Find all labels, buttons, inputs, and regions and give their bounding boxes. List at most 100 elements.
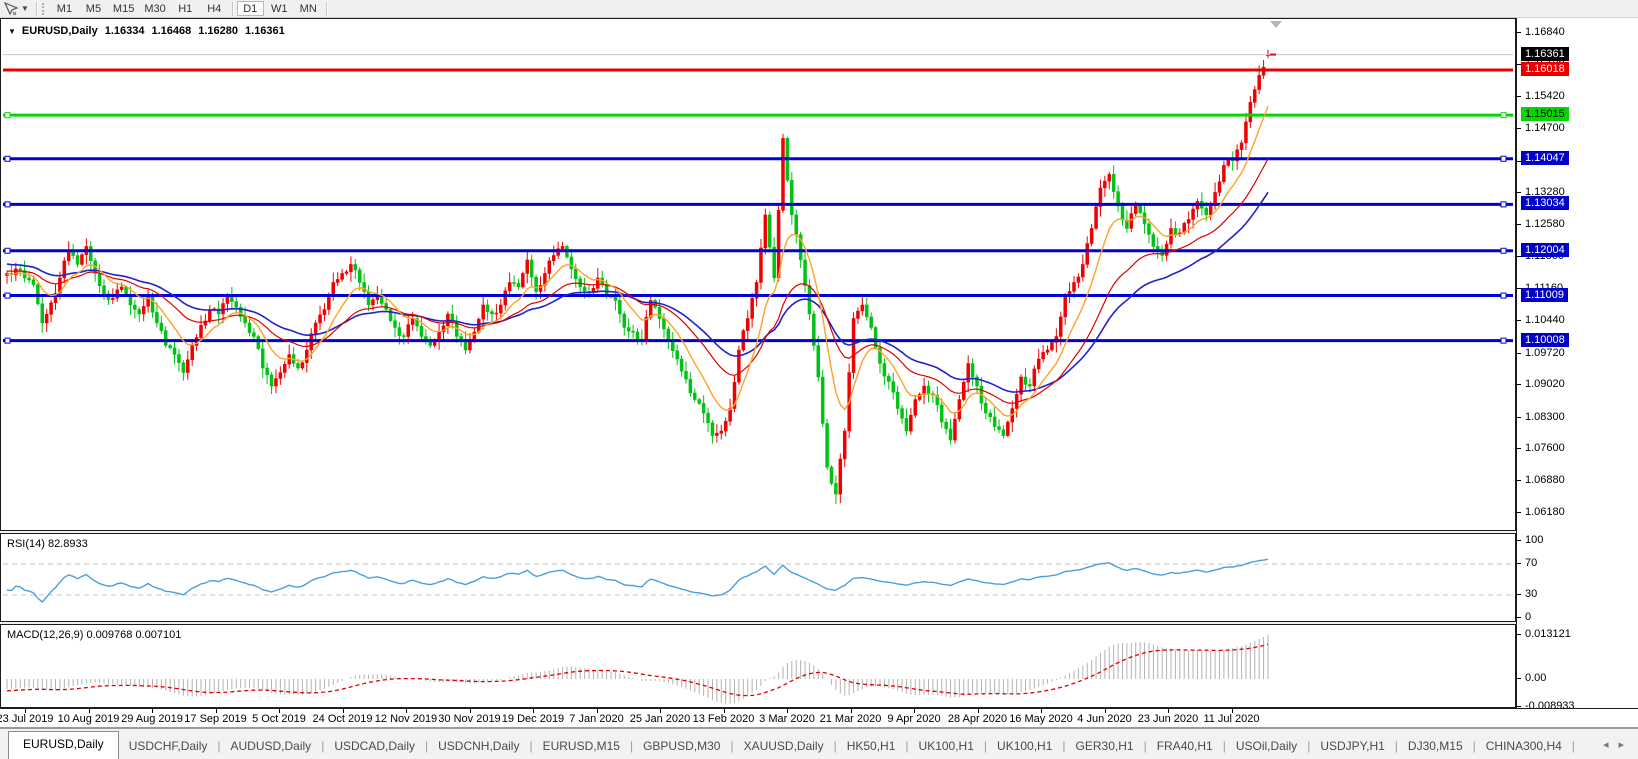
toolbar-grip-handle[interactable] bbox=[42, 3, 46, 15]
chart-shift-marker[interactable] bbox=[1270, 21, 1282, 28]
chart-tab-USDCADDaily[interactable]: USDCAD,Daily bbox=[324, 735, 425, 759]
chevron-down-icon[interactable]: ▼ bbox=[21, 4, 29, 13]
line-anchor-handle[interactable] bbox=[5, 248, 10, 253]
candlestick-chart-canvas[interactable] bbox=[1, 19, 1515, 530]
axis-tick-mark bbox=[1517, 480, 1521, 481]
bull-candle bbox=[495, 313, 498, 314]
bear-candle bbox=[998, 427, 1001, 430]
bear-candle bbox=[89, 246, 92, 260]
bull-candle bbox=[1258, 75, 1261, 89]
timeframe-button-M5[interactable]: M5 bbox=[80, 1, 107, 16]
bear-candle bbox=[662, 318, 665, 329]
bull-candle bbox=[1077, 277, 1080, 282]
chart-tab-UK100H1[interactable]: UK100,H1 bbox=[987, 735, 1062, 759]
chart-tab-USDCHFDaily[interactable]: USDCHF,Daily bbox=[119, 735, 218, 759]
chart-tab-EURUSDDaily[interactable]: EURUSD,Daily bbox=[8, 731, 119, 759]
chart-tab-USDCNHDaily[interactable]: USDCNH,Daily bbox=[428, 735, 529, 759]
bear-candle bbox=[711, 423, 714, 436]
chart-tab-USDJPYH1[interactable]: USDJPY,H1 bbox=[1310, 735, 1394, 759]
bear-candle bbox=[164, 331, 167, 346]
chart-tab-AUDUSDDaily[interactable]: AUDUSD,Daily bbox=[221, 735, 322, 759]
line-anchor-handle[interactable] bbox=[5, 338, 10, 343]
bear-candle bbox=[632, 331, 635, 332]
symbol-dropdown-icon[interactable]: ▼ bbox=[8, 27, 16, 36]
bull-candle bbox=[45, 314, 48, 323]
bull-candle bbox=[746, 318, 749, 330]
chart-tab-HK50H1[interactable]: HK50,H1 bbox=[837, 735, 906, 759]
main-chart-pane[interactable]: ▼EURUSD,Daily1.163341.164681.162801.1636… bbox=[0, 18, 1516, 531]
bull-candle bbox=[1073, 282, 1076, 291]
bull-candle bbox=[839, 459, 842, 494]
timeframe-button-D1[interactable]: D1 bbox=[237, 1, 264, 16]
line-anchor-handle[interactable] bbox=[5, 113, 10, 118]
bear-candle bbox=[248, 323, 251, 333]
bear-candle bbox=[402, 336, 405, 337]
line-anchor-handle[interactable] bbox=[5, 293, 10, 298]
line-anchor-handle[interactable] bbox=[1501, 156, 1506, 161]
bear-candle bbox=[804, 260, 807, 286]
bear-candle bbox=[618, 300, 621, 314]
chart-tab-DJ30M15[interactable]: DJ30,M15 bbox=[1398, 735, 1473, 759]
bull-candle bbox=[1037, 359, 1040, 369]
bull-candle bbox=[283, 364, 286, 372]
axis-tick-mark bbox=[1517, 128, 1521, 129]
rsi-tick-label: 30 bbox=[1525, 588, 1537, 600]
chart-tab-USOilDaily[interactable]: USOil,Daily bbox=[1226, 735, 1307, 759]
price-axis[interactable]: 1.168401.161281.154201.147001.139801.132… bbox=[1516, 18, 1638, 708]
bear-candle bbox=[830, 467, 833, 483]
timeframe-button-H1[interactable]: H1 bbox=[172, 1, 199, 16]
bear-candle bbox=[19, 269, 22, 271]
line-anchor-handle[interactable] bbox=[5, 202, 10, 207]
timeframe-button-M30[interactable]: M30 bbox=[140, 1, 169, 16]
rsi-tick-label: 100 bbox=[1525, 534, 1543, 546]
rsi-chart-canvas[interactable] bbox=[1, 534, 1515, 621]
chart-tab-EURUSDM15[interactable]: EURUSD,M15 bbox=[533, 735, 630, 759]
timeframe-button-H4[interactable]: H4 bbox=[201, 1, 228, 16]
bull-candle bbox=[1253, 90, 1256, 103]
chart-tab-GBPUSDM30[interactable]: GBPUSD,M30 bbox=[633, 735, 730, 759]
timeframe-button-W1[interactable]: W1 bbox=[266, 1, 293, 16]
macd-chart-canvas[interactable] bbox=[1, 625, 1515, 707]
bear-candle bbox=[133, 305, 136, 310]
macd-indicator-pane[interactable]: MACD(12,26,9) 0.009768 0.007101 bbox=[0, 624, 1516, 708]
chart-tab-XAUUSDDaily[interactable]: XAUUSD,Daily bbox=[734, 735, 834, 759]
crosshair-tool-button[interactable]: ▼ bbox=[0, 2, 33, 16]
chart-tab-CHINA300H4[interactable]: CHINA300,H4 bbox=[1476, 735, 1572, 759]
line-anchor-handle[interactable] bbox=[5, 156, 10, 161]
bear-candle bbox=[689, 379, 692, 393]
rsi-tick-label: 0 bbox=[1525, 611, 1531, 623]
axis-tick-mark bbox=[1517, 384, 1521, 385]
bull-candle bbox=[1134, 206, 1137, 214]
bull-candle bbox=[1086, 244, 1089, 265]
rsi-indicator-pane[interactable]: RSI(14) 82.8933 bbox=[0, 533, 1516, 622]
tab-scroll-right-button[interactable]: ▸ bbox=[1618, 738, 1624, 751]
tab-scroll-left-button[interactable]: ◂ bbox=[1603, 738, 1609, 751]
date-axis[interactable]: 23 Jul 201910 Aug 201929 Aug 201917 Sep … bbox=[0, 708, 1638, 727]
line-anchor-handle[interactable] bbox=[1501, 202, 1506, 207]
timeframe-button-MN[interactable]: MN bbox=[295, 1, 322, 16]
bull-candle bbox=[371, 300, 374, 305]
bear-candle bbox=[160, 323, 163, 331]
bear-candle bbox=[76, 256, 79, 265]
axis-tick-mark bbox=[1517, 594, 1521, 595]
bear-candle bbox=[358, 270, 361, 283]
bull-candle bbox=[67, 251, 70, 261]
timeframe-button-M1[interactable]: M1 bbox=[51, 1, 78, 16]
bear-candle bbox=[138, 309, 141, 314]
line-anchor-handle[interactable] bbox=[1501, 338, 1506, 343]
chart-tab-GER30H1[interactable]: GER30,H1 bbox=[1066, 735, 1144, 759]
bull-candle bbox=[592, 288, 595, 291]
bull-candle bbox=[226, 296, 229, 304]
chart-tab-UK100H1[interactable]: UK100,H1 bbox=[909, 735, 984, 759]
price-level-badge: 1.15015 bbox=[1521, 107, 1569, 121]
line-anchor-handle[interactable] bbox=[1501, 248, 1506, 253]
price-tick-label: 1.06180 bbox=[1525, 506, 1565, 518]
timeframe-button-M15[interactable]: M15 bbox=[109, 1, 138, 16]
bear-candle bbox=[169, 345, 172, 347]
line-anchor-handle[interactable] bbox=[1501, 293, 1506, 298]
line-anchor-handle[interactable] bbox=[1501, 113, 1506, 118]
chart-tab-FRA40H1[interactable]: FRA40,H1 bbox=[1147, 735, 1223, 759]
bull-candle bbox=[962, 382, 965, 399]
bear-candle bbox=[817, 345, 820, 377]
bear-candle bbox=[244, 317, 247, 323]
